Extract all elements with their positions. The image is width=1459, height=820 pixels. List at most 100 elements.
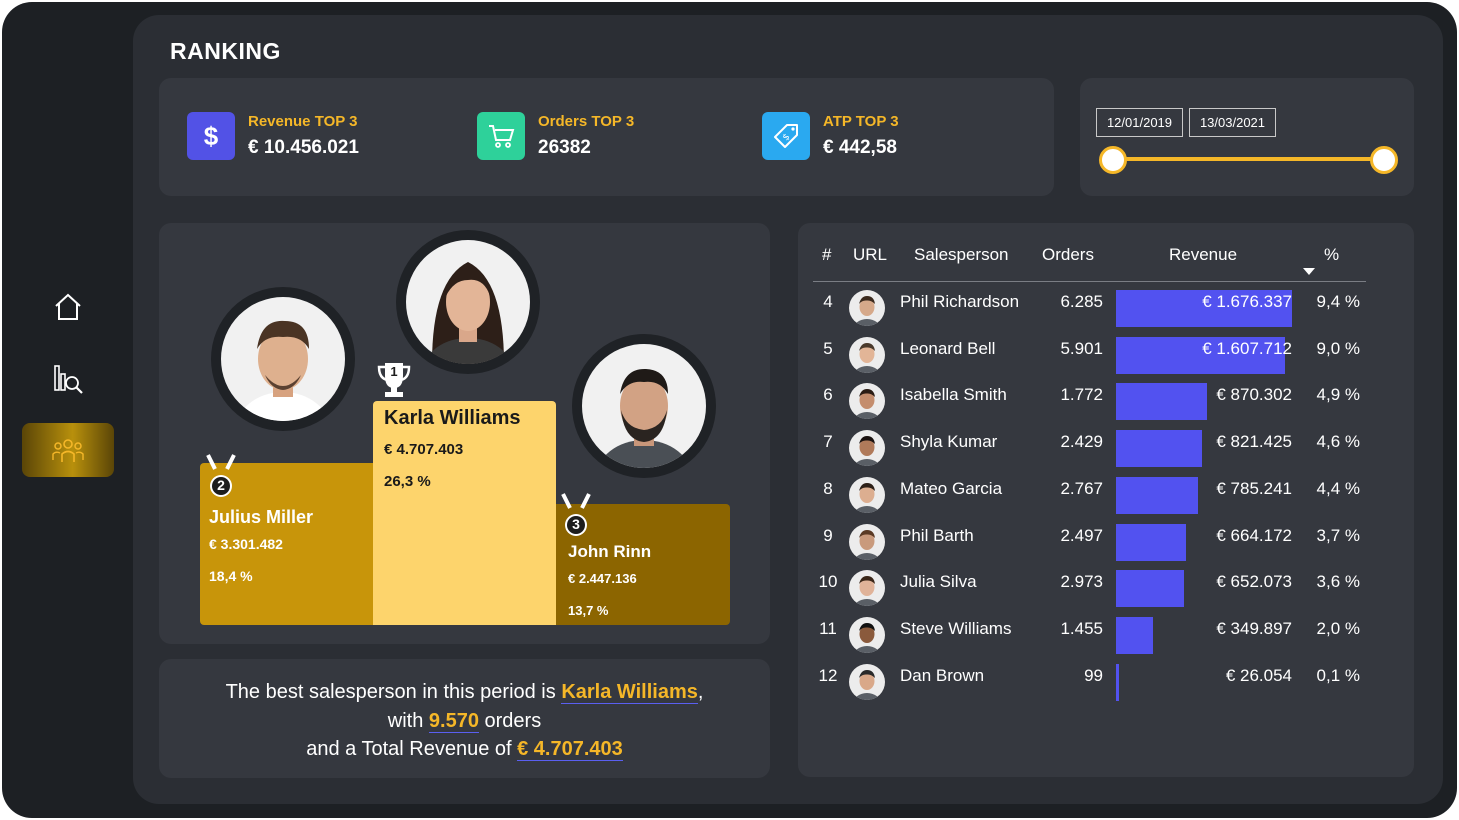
cell-revenue: € 664.172 [1216,525,1292,545]
team-icon [52,439,84,462]
date-slider-track[interactable] [1113,157,1385,161]
cell-orders: 5.901 [1060,338,1103,358]
page-title: RANKING [170,38,281,64]
medal-second-icon: 2 [204,453,238,504]
cell-rank: 7 [823,432,833,452]
cell-orders: 2.429 [1060,432,1103,452]
cell-revenue: € 652.073 [1216,572,1292,592]
table-row[interactable]: 11 Steve Williams 1.455 € 349.897 2,0 % [813,611,1366,657]
summary-text: and a Total Revenue of [306,738,518,760]
col-header-url[interactable]: URL [853,245,887,265]
summary-text: with [387,709,429,732]
salesperson-photo[interactable] [849,616,885,653]
date-start-input[interactable]: 12/01/2019 [1096,108,1183,137]
cell-rank: 10 [818,572,838,592]
dollar-icon: $ [187,112,235,160]
podium-third-pct: 13,7 % [568,603,609,618]
salesperson-photo[interactable] [849,570,885,607]
col-header-revenue[interactable]: Revenue [1169,245,1237,265]
table-row[interactable]: 6 Isabella Smith 1.772 € 870.302 4,9 % [813,377,1366,423]
analytics-icon [54,365,83,394]
podium-third-name: John Rinn [568,542,652,561]
cell-pct: 3,6 % [1316,572,1360,592]
salesperson-photo[interactable] [849,383,885,420]
nav-home-button[interactable] [22,280,114,334]
kpi-label: ATP TOP 3 [823,113,899,130]
col-header-rank[interactable]: # [822,245,831,265]
cell-rank: 4 [823,292,833,311]
salesperson-photo[interactable] [849,430,885,467]
cell-revenue: € 26.054 [1225,665,1292,685]
date-slicer-panel [1080,78,1414,196]
cell-salesperson: Isabella Smith [900,385,1007,405]
table-row[interactable]: 10 Julia Silva 2.973 € 652.073 3,6 % [813,564,1366,610]
summary-best-name: Karla Williams [561,681,698,704]
salesperson-photo[interactable] [849,290,885,326]
kpi-orders: Orders TOP 3 26382 [477,112,634,160]
nav-team-button[interactable] [22,423,114,477]
col-header-pct[interactable]: % [1324,245,1339,265]
salesperson-photo[interactable] [849,476,885,513]
price-tag-icon: $ [762,112,810,160]
table-row[interactable]: 7 Shyla Kumar 2.429 € 821.425 4,6 % [813,424,1366,470]
date-slider-start-handle[interactable] [1099,146,1127,174]
table-header-divider [813,281,1366,282]
summary-line-2: with 9.570 orders [159,707,770,736]
podium-first-revenue: € 4.707.403 [384,441,464,458]
cell-salesperson: Leonard Bell [900,338,996,358]
cell-pct: 0,1 % [1316,665,1360,685]
nav-analytics-button[interactable] [22,352,114,406]
avatar-first [396,230,540,374]
cell-revenue: € 1.676.337 [1202,292,1292,311]
cell-pct: 4,4 % [1316,478,1360,498]
cell-orders: 1.772 [1060,385,1103,405]
date-slider-end-handle[interactable] [1370,146,1398,174]
cell-revenue: € 870.302 [1216,385,1292,405]
table-row[interactable]: 8 Mateo Garcia 2.767 € 785.241 4,4 % [813,471,1366,517]
cell-revenue: € 821.425 [1216,432,1292,452]
col-header-orders[interactable]: Orders [1042,245,1094,265]
cell-rank: 9 [823,525,833,545]
salesperson-photo[interactable] [849,663,885,700]
cell-orders: 2.767 [1060,478,1103,498]
salesperson-photo[interactable] [849,523,885,560]
cell-rank: 12 [818,665,838,685]
cart-icon [477,112,525,160]
trophy-rank: 1 [390,364,398,379]
cell-salesperson: Steve Williams [900,618,1012,638]
cell-orders: 1.455 [1060,618,1103,638]
cell-orders: 99 [1084,665,1103,685]
trophy-icon: 1 [376,360,412,405]
table-row[interactable]: 12 Dan Brown 99 € 26.054 0,1 % [813,658,1366,704]
cell-salesperson: Phil Richardson [900,292,1020,311]
kpi-value: 26382 [538,137,591,158]
avatar-second [211,287,355,431]
sort-descending-icon[interactable] [1303,268,1315,275]
cell-salesperson: Phil Barth [900,525,974,545]
kpi-atp: $ ATP TOP 3 € 442,58 [762,112,899,160]
table-row[interactable]: 9 Phil Barth 2.497 € 664.172 3,7 % [813,518,1366,564]
summary-orders: 9.570 [428,709,479,733]
cell-pct: 4,9 % [1316,385,1360,405]
summary-text: orders [478,709,542,732]
salesperson-photo[interactable] [849,336,885,373]
cell-pct: 2,0 % [1316,618,1360,638]
cell-revenue: € 1.607.712 [1202,338,1292,358]
cell-pct: 3,7 % [1316,525,1360,545]
cell-rank: 6 [823,385,833,405]
table-row[interactable]: 5 Leonard Bell 5.901 € 1.607.712 9,0 % [813,331,1366,377]
cell-pct: 9,0 % [1316,338,1360,358]
date-end-input[interactable]: 13/03/2021 [1189,108,1276,137]
cell-orders: 2.973 [1060,572,1103,592]
col-header-salesperson[interactable]: Salesperson [914,245,1009,265]
podium-first-pct: 26,3 % [384,473,431,490]
summary-line-3: and a Total Revenue of € 4.707.403 [159,735,770,764]
cell-orders: 2.497 [1060,525,1103,545]
table-row[interactable]: 4 Phil Richardson 6.285 € 1.676.337 9,4 % [813,284,1366,330]
summary-revenue: € 4.707.403 [517,738,623,761]
kpi-revenue: $ Revenue TOP 3 € 10.456.021 [187,112,359,160]
podium-first-name: Karla Williams [384,407,521,429]
avatar-third [572,334,716,478]
cell-salesperson: Dan Brown [900,665,985,685]
podium-second-revenue: € 3.301.482 [209,536,283,552]
